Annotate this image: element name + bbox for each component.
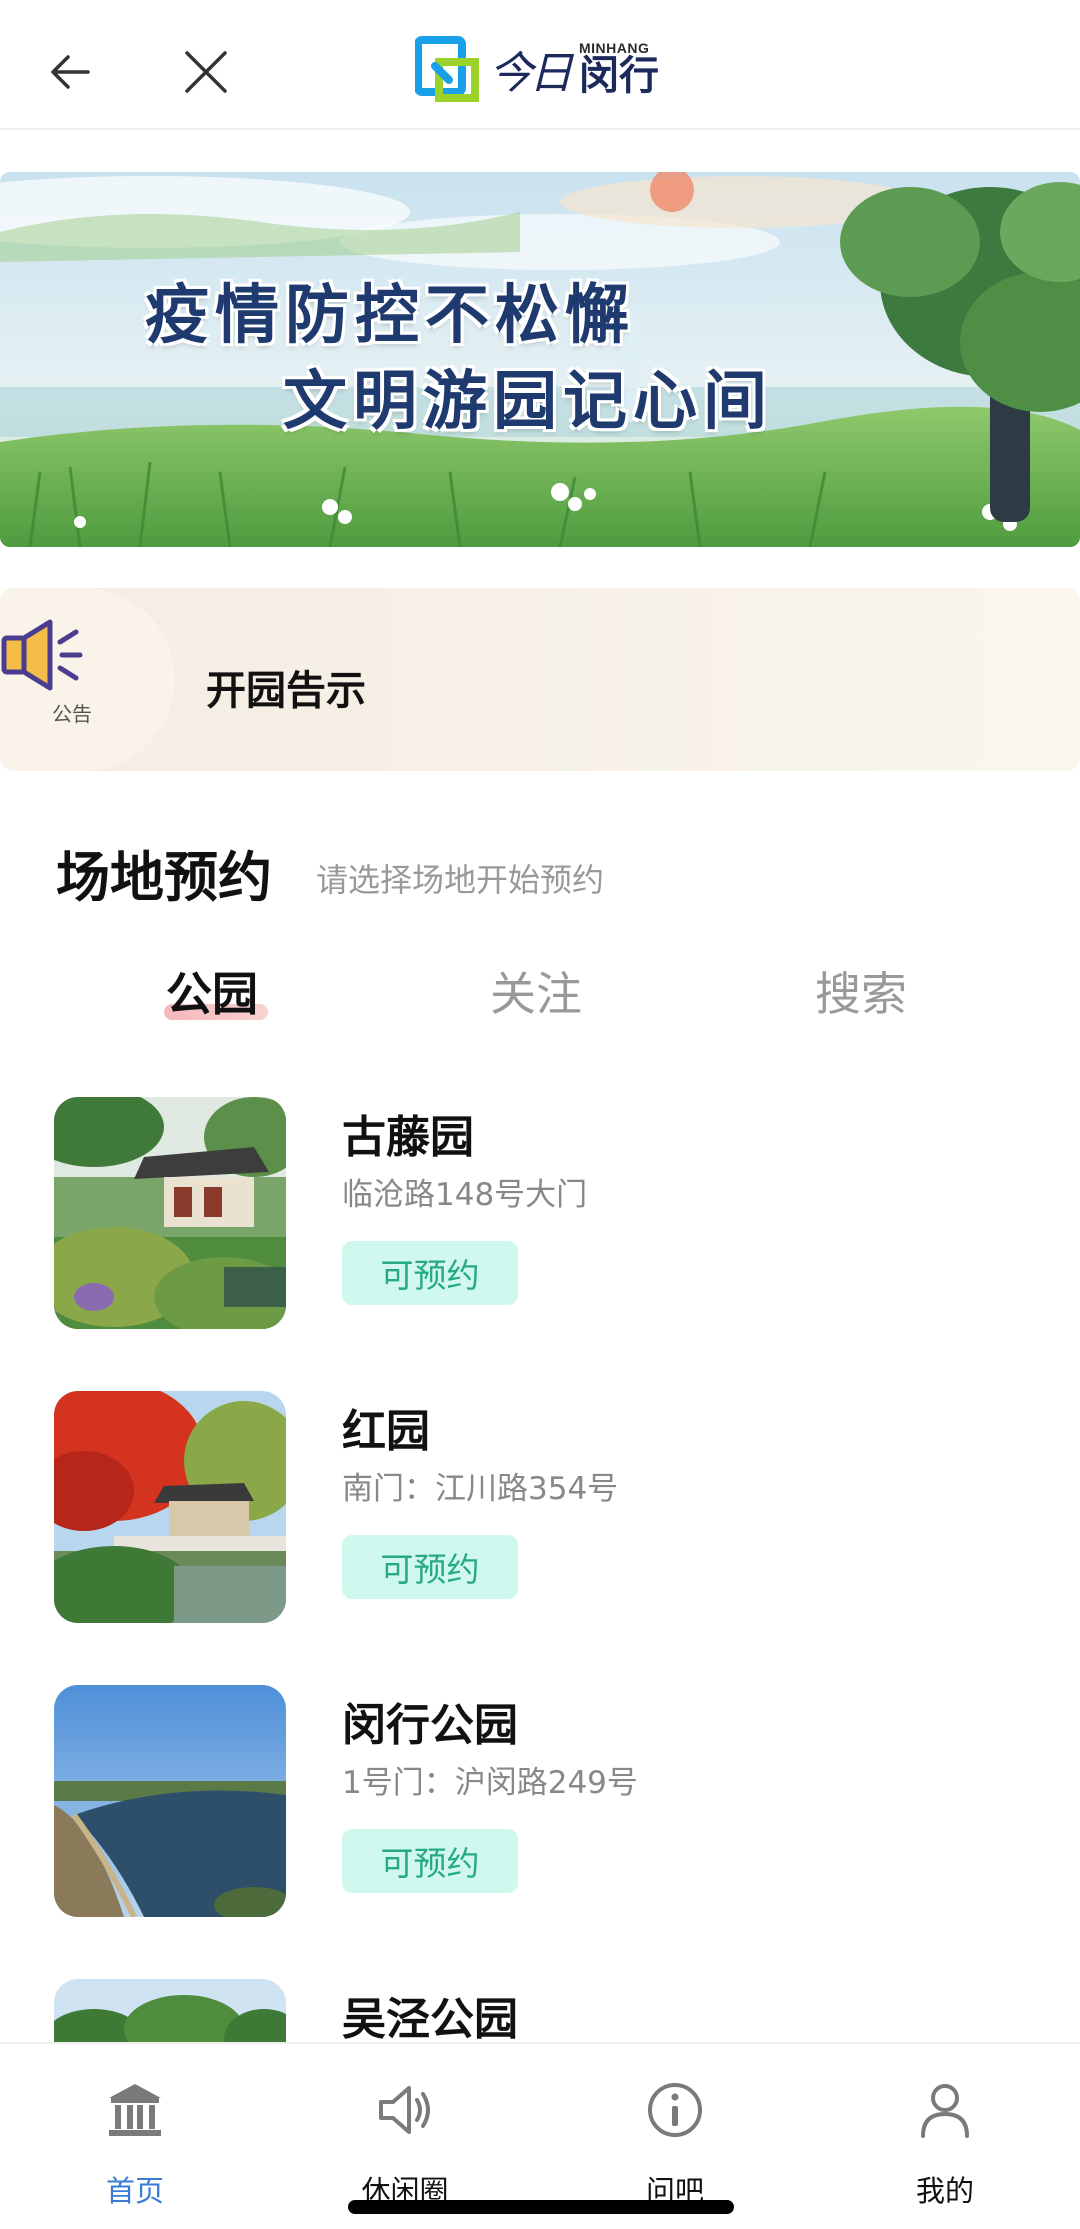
park-name: 古藤园 xyxy=(342,1112,474,1163)
park-list-item[interactable]: 闵行公园 1号门：沪闵路249号 可预约 xyxy=(54,1685,1054,1917)
nav-mine[interactable]: 我的 xyxy=(845,2044,1045,2229)
speaker-icon xyxy=(379,2086,430,2134)
park-thumbnail xyxy=(54,1685,286,1917)
logo-mark-icon xyxy=(415,36,479,102)
info-icon xyxy=(648,2083,702,2137)
section-subtitle: 请选择场地开始预约 xyxy=(316,861,605,899)
park-thumbnail xyxy=(54,1097,286,1329)
tab-park[interactable]: 公园 xyxy=(166,958,258,1024)
park-name: 红园 xyxy=(342,1406,430,1457)
park-address: 南门：江川路354号 xyxy=(342,1471,619,1507)
park-thumbnail xyxy=(54,1391,286,1623)
app-logo: 今日 MINHANG 闵行 xyxy=(415,28,659,108)
back-button[interactable] xyxy=(30,32,110,112)
park-list-item[interactable]: 红园 南门：江川路354号 可预约 xyxy=(54,1391,1054,1623)
reserve-badge[interactable]: 可预约 xyxy=(342,1829,518,1893)
nav-home[interactable]: 首页 xyxy=(35,2044,235,2229)
reserve-badge[interactable]: 可预约 xyxy=(342,1535,518,1599)
close-icon xyxy=(185,51,227,93)
notice-card[interactable] xyxy=(0,588,1080,771)
park-name: 吴泾公园 xyxy=(342,1994,518,2045)
home-indicator[interactable] xyxy=(348,2200,734,2214)
speaker-icon xyxy=(1,619,83,691)
nav-mine-label: 我的 xyxy=(915,2174,974,2208)
banner-headline-1: 疫情防控不松懈 xyxy=(145,278,635,353)
logo-mark-text: 今日 xyxy=(489,48,573,99)
park-address: 1号门：沪闵路249号 xyxy=(342,1765,638,1801)
user-icon xyxy=(921,2084,969,2138)
banner-headline-2: 文明游园记心间 xyxy=(283,364,773,439)
bank-icon xyxy=(109,2084,161,2136)
tab-follow[interactable]: 关注 xyxy=(490,958,582,1024)
logo-name-text: 闵行 xyxy=(579,53,659,99)
park-address: 临沧路148号大门 xyxy=(342,1177,588,1213)
notice-title[interactable]: 开园告示 xyxy=(206,658,366,716)
section-title: 场地预约 xyxy=(56,846,272,909)
park-list-item[interactable]: 古藤园 临沧路148号大门 可预约 xyxy=(54,1097,1054,1329)
reserve-badge[interactable]: 可预约 xyxy=(342,1241,518,1305)
close-button[interactable] xyxy=(166,32,246,112)
park-name: 闵行公园 xyxy=(342,1700,518,1751)
promo-banner[interactable]: 疫情防控不松懈 文明游园记心间 xyxy=(0,172,1080,547)
notice-tag: 公告 xyxy=(52,702,92,726)
top-bar: 今日 MINHANG 闵行 xyxy=(0,0,1080,130)
tab-search[interactable]: 搜索 xyxy=(815,958,907,1024)
arrow-left-icon xyxy=(51,55,90,89)
notice-icon-badge xyxy=(0,588,175,771)
nav-home-label: 首页 xyxy=(105,2174,164,2208)
